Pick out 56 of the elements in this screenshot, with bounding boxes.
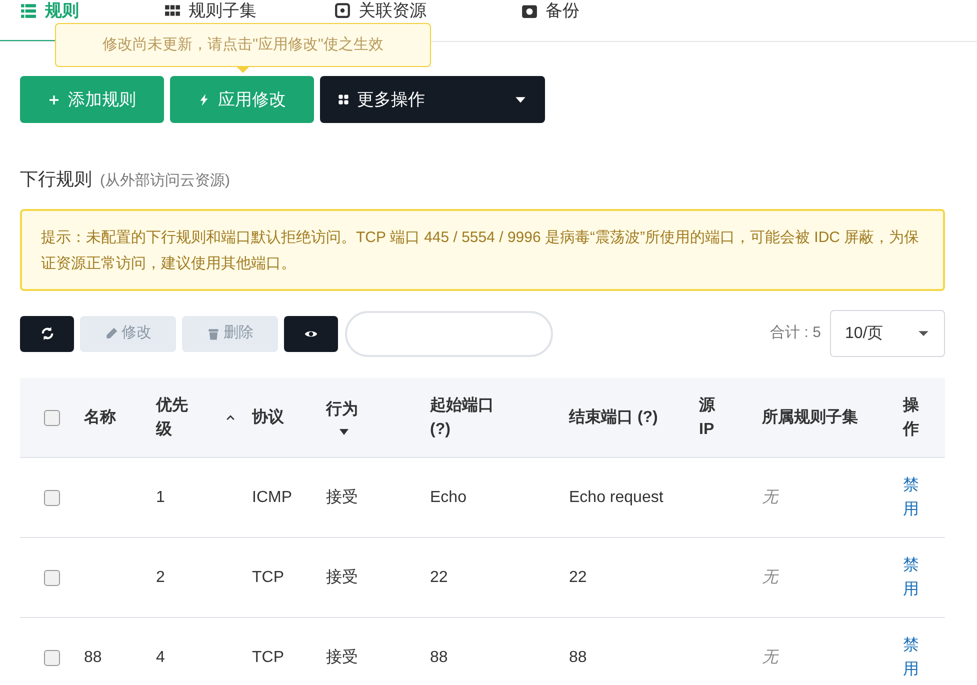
table-cell: 88 <box>430 648 448 666</box>
more-button[interactable]: 更多操作 <box>320 76 545 123</box>
pencil-icon <box>104 327 118 340</box>
table-cell: 接受 <box>326 648 358 666</box>
table-cell: Echo request <box>569 488 664 506</box>
section-subtitle: (从外部访问云资源) <box>100 171 230 191</box>
table-cell: 无 <box>762 647 778 666</box>
search-field[interactable] <box>345 310 553 356</box>
column-header[interactable]: 名称 <box>84 406 116 430</box>
table-cell: 接受 <box>326 488 358 506</box>
table-cell: TCP <box>252 648 284 666</box>
table-cell: 4 <box>156 648 165 666</box>
column-header[interactable]: 所属规则子集 <box>762 406 858 430</box>
checkbox[interactable] <box>44 410 60 426</box>
column-header[interactable]: 协议 <box>252 406 284 430</box>
column-header[interactable]: 操作 <box>903 394 919 442</box>
plus-icon <box>48 94 60 106</box>
camera-icon <box>520 2 538 19</box>
table-cell: 88 <box>569 648 587 666</box>
column-header[interactable]: 行为 <box>326 398 358 422</box>
table-cell: 2 <box>156 568 165 586</box>
page-size-select[interactable]: 10/页 <box>830 310 945 357</box>
table-cell: 1 <box>156 488 165 506</box>
list-icon <box>20 2 37 19</box>
table-cell: 无 <box>762 567 778 586</box>
disable-link[interactable]: 禁用 <box>903 474 919 522</box>
column-header[interactable]: 结束端口 (?) <box>569 406 658 430</box>
grid-icon <box>338 94 349 105</box>
disable-link[interactable]: 禁用 <box>903 634 919 682</box>
table-cell: 22 <box>430 568 448 586</box>
table-cell: 88 <box>84 648 102 666</box>
lightning-icon <box>198 92 210 106</box>
column-header[interactable]: 优先级 <box>156 394 188 442</box>
section-title: 下行规则 <box>20 168 92 191</box>
warning-alert: 提示：未配置的下行规则和端口默认拒绝访问。TCP 端口 445 / 5554 / 9996 是病毒“震荡波”所使用的端口，可能会被 IDC 屏蔽，为保证资源正常访问，建议使用其他端口。 <box>20 209 945 291</box>
table-cell: 无 <box>762 487 778 506</box>
disable-link[interactable]: 禁用 <box>903 554 919 602</box>
checkbox[interactable] <box>44 650 60 666</box>
refresh-icon <box>40 326 54 341</box>
table-cell: TCP <box>252 568 284 586</box>
table-cell: ICMP <box>252 488 292 506</box>
table-cell: Echo <box>430 488 466 506</box>
frame-icon <box>334 2 350 19</box>
checkbox[interactable] <box>44 570 60 586</box>
grid-icon <box>164 2 180 19</box>
tab[interactable]: 备份 <box>470 0 630 41</box>
column-header[interactable]: 起始端口 (?) <box>430 394 510 442</box>
table-cell: 22 <box>569 568 587 586</box>
view-button[interactable] <box>284 316 338 352</box>
total-count: 合计 : 5 <box>770 323 821 344</box>
trash-icon <box>206 326 220 340</box>
table-cell: 接受 <box>326 568 358 586</box>
refresh-button[interactable] <box>20 316 74 352</box>
column-header[interactable]: 源IP <box>699 394 718 442</box>
checkbox[interactable] <box>44 490 60 506</box>
tooltip: 修改尚未更新，请点击"应用修改"使之生效 <box>55 23 431 67</box>
